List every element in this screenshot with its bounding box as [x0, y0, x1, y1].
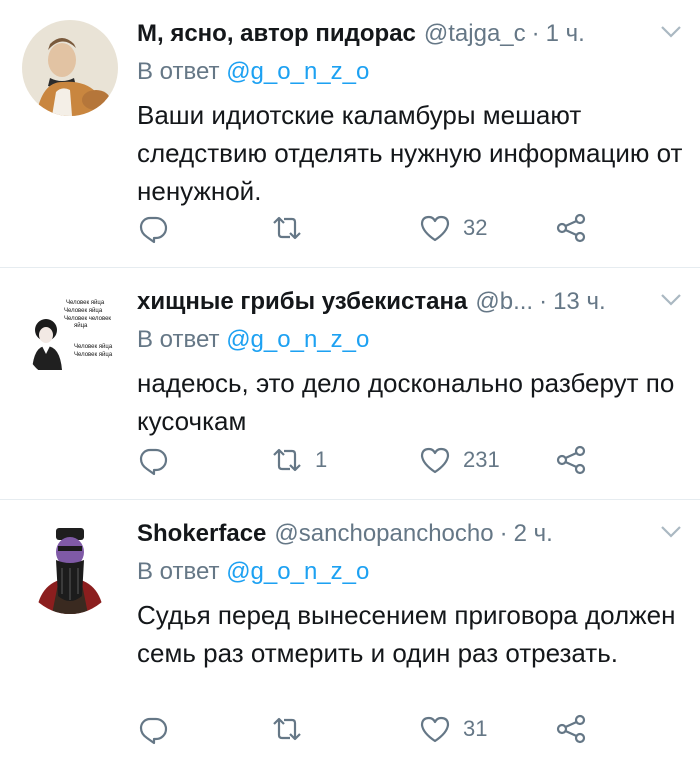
retweet-icon	[273, 717, 301, 741]
share-button[interactable]	[555, 212, 587, 244]
dog-avatar-image	[22, 20, 118, 116]
heart-icon	[420, 716, 450, 743]
tweet-header: хищные грибы узбекистана @b... · 13 ч.	[137, 284, 686, 320]
reply-button[interactable]	[137, 444, 181, 476]
action-bar: 1 231	[137, 444, 597, 480]
author-handle[interactable]: @b...	[475, 288, 533, 316]
retweet-icon	[273, 216, 301, 240]
author-name[interactable]: хищные грибы узбекистана	[137, 288, 467, 316]
action-bar: 31	[137, 713, 597, 749]
share-icon	[556, 714, 586, 744]
author-handle[interactable]: @tajga_c	[424, 20, 526, 48]
reply-mention-link[interactable]: @g_o_n_z_o	[226, 58, 369, 85]
share-icon	[556, 445, 586, 475]
avatar[interactable]	[22, 20, 118, 116]
separator-dot: ·	[499, 520, 508, 547]
author-handle[interactable]: @sanchopanchocho	[274, 520, 493, 548]
avatar[interactable]: Человек яйца Человек яйца Человек челове…	[22, 286, 118, 382]
retweet-button[interactable]	[271, 713, 315, 745]
share-button[interactable]	[555, 713, 587, 745]
heart-icon	[420, 447, 450, 474]
retweet-button[interactable]: 1	[271, 444, 327, 476]
reply-button[interactable]	[137, 713, 181, 745]
separator-dot: ·	[531, 20, 540, 47]
character-avatar-image	[22, 518, 118, 614]
reply-button[interactable]	[137, 212, 181, 244]
timestamp[interactable]: 1 ч.	[546, 20, 585, 48]
reply-context: В ответ @g_o_n_z_o	[137, 558, 686, 590]
reply-icon	[139, 448, 168, 476]
tweet-text: Судья перед вынесением приговора должен …	[137, 600, 676, 668]
tweet-text: надеюсь, это дело досконально разберут п…	[137, 368, 675, 436]
chevron-down-icon[interactable]	[656, 20, 686, 44]
retweet-button[interactable]	[271, 212, 315, 244]
avatar-caption-2: Человек яйца	[64, 307, 103, 314]
reply-prefix: В ответ	[137, 326, 220, 353]
tweet-header: Shokerface @sanchopanchocho · 2 ч.	[137, 516, 686, 552]
like-button[interactable]: 32	[419, 212, 487, 244]
separator-dot: ·	[539, 288, 548, 315]
reply-prefix: В ответ	[137, 58, 220, 85]
chevron-down-icon[interactable]	[656, 520, 686, 544]
like-count: 31	[463, 716, 488, 741]
share-button[interactable]	[555, 444, 587, 476]
reply-icon	[139, 216, 168, 244]
tweet-header: М, ясно, автор пидорас @tajga_c · 1 ч.	[137, 16, 686, 52]
author-name[interactable]: Shokerface	[137, 520, 266, 548]
avatar-caption-5: Человек яйца	[74, 343, 113, 350]
like-count: 231	[463, 447, 500, 472]
reply-context: В ответ @g_o_n_z_o	[137, 326, 686, 358]
share-icon	[556, 213, 586, 243]
reply-mention-link[interactable]: @g_o_n_z_o	[226, 326, 369, 353]
author-name[interactable]: М, ясно, автор пидорас	[137, 20, 416, 48]
retweet-icon	[273, 448, 301, 472]
retweet-count: 1	[315, 447, 328, 472]
like-button[interactable]: 31	[419, 713, 487, 745]
reply-context: В ответ @g_o_n_z_o	[137, 58, 686, 90]
avatar-caption-1: Человек яйца	[66, 299, 105, 306]
tweet-1[interactable]: М, ясно, автор пидорас @tajga_c · 1 ч. В…	[0, 0, 700, 268]
like-button[interactable]: 231	[419, 444, 500, 476]
timestamp[interactable]: 13 ч.	[553, 288, 606, 316]
reply-icon	[139, 717, 168, 745]
heart-icon	[420, 215, 450, 242]
avatar-caption-4: яйца	[74, 322, 88, 329]
avatar-caption-6: Человек яйца	[74, 351, 113, 358]
action-bar: 32	[137, 212, 597, 248]
sketch-avatar-image: Человек яйца Человек яйца Человек челове…	[22, 286, 118, 382]
reply-prefix: В ответ	[137, 558, 220, 585]
like-count: 32	[463, 215, 488, 240]
avatar[interactable]	[22, 518, 118, 614]
timestamp[interactable]: 2 ч.	[514, 520, 553, 548]
tweet-3[interactable]: Shokerface @sanchopanchocho · 2 ч. В отв…	[0, 500, 700, 769]
tweet-text: Ваши идиотские каламбуры мешают следстви…	[137, 100, 683, 206]
chevron-down-icon[interactable]	[656, 288, 686, 312]
avatar-caption-3: Человек человек	[64, 316, 111, 322]
tweet-2[interactable]: Человек яйца Человек яйца Человек челове…	[0, 268, 700, 500]
reply-mention-link[interactable]: @g_o_n_z_o	[226, 558, 369, 585]
